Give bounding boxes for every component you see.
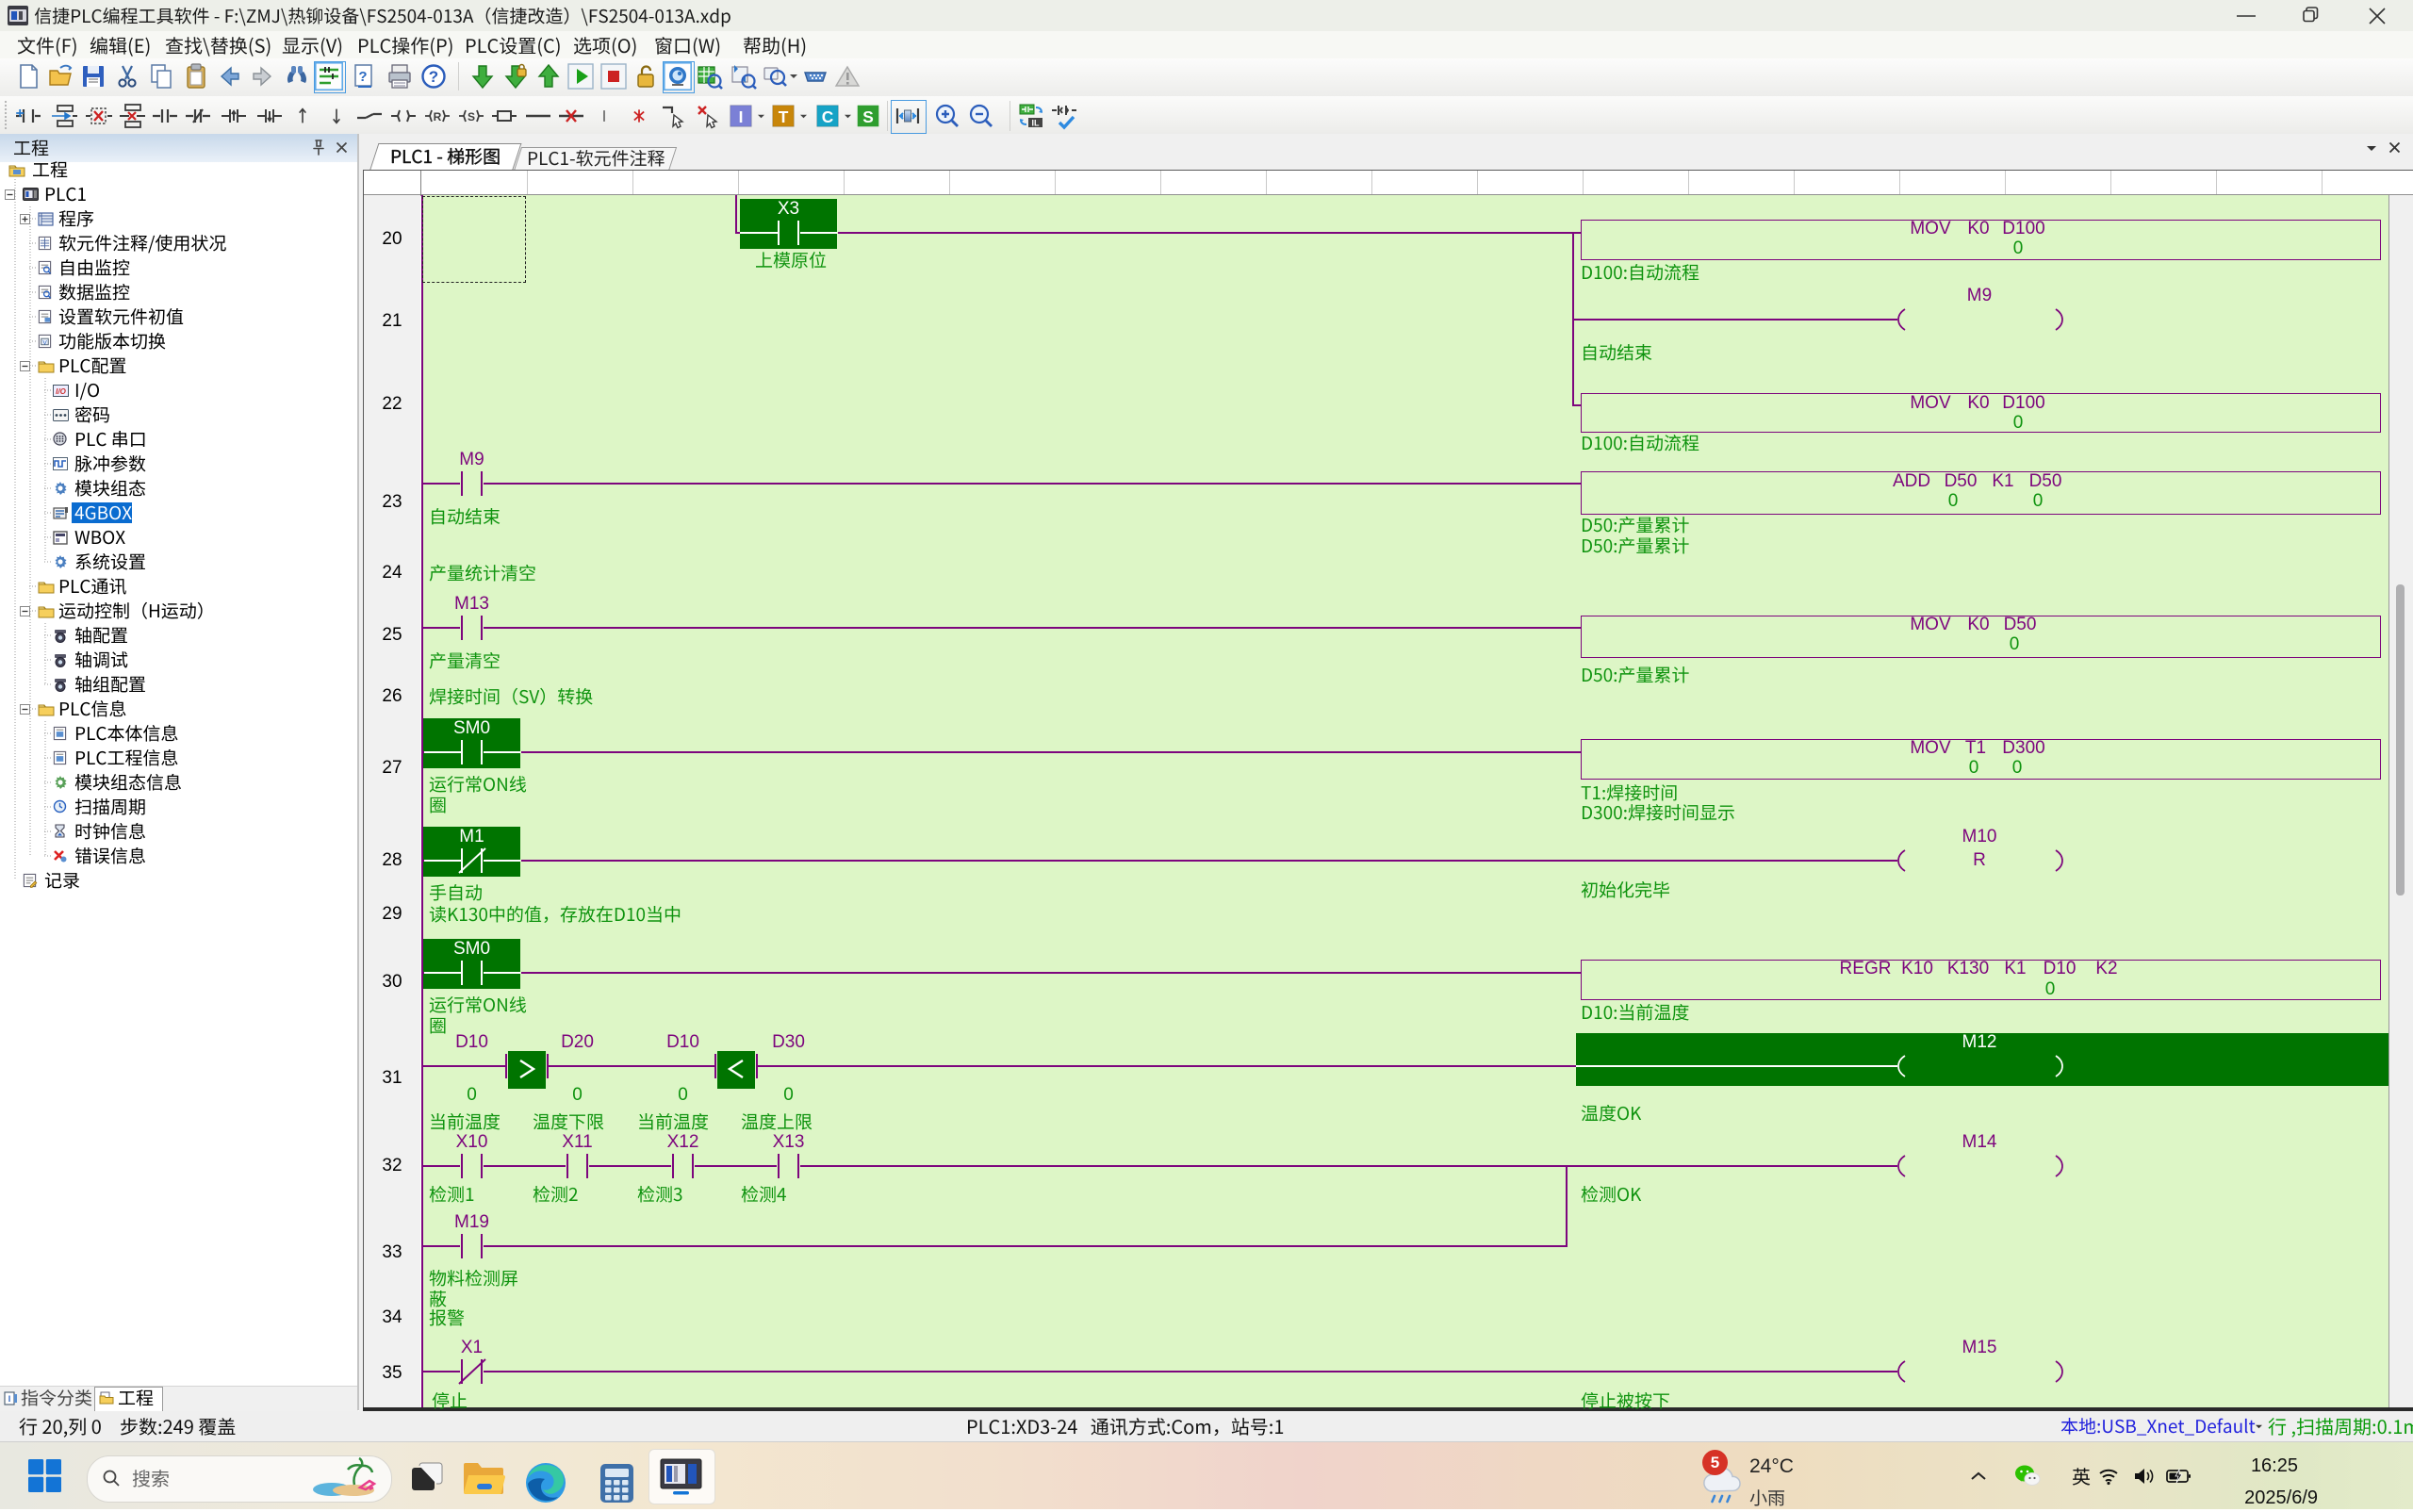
svg-text:S: S — [468, 110, 475, 123]
svg-text:I/O: I/O — [56, 387, 66, 396]
svg-text:T: T — [779, 107, 789, 126]
svg-text:C: C — [822, 107, 834, 126]
svg-text:R: R — [434, 110, 442, 123]
svg-text:I: I — [739, 107, 744, 126]
svg-text:V: V — [42, 339, 47, 346]
svg-text:?: ? — [358, 69, 367, 85]
svg-text:S: S — [862, 107, 874, 126]
svg-text:IL: IL — [1032, 119, 1041, 128]
svg-text:I: I — [8, 1394, 11, 1404]
svg-text:?: ? — [429, 68, 438, 86]
